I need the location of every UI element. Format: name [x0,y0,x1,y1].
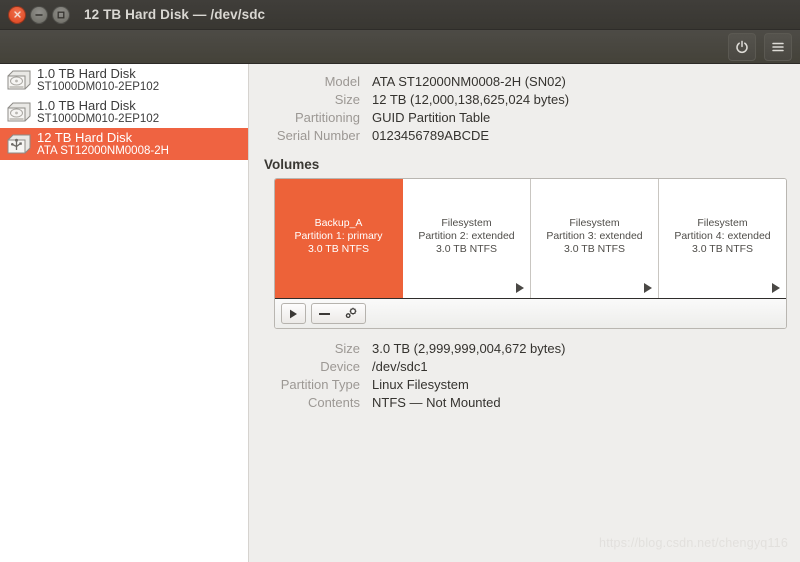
partition-block-4[interactable]: Filesystem Partition 4: extended 3.0 TB … [659,179,786,298]
gears-icon [344,307,358,320]
minus-icon [319,312,330,316]
partition-settings-button[interactable] [337,304,365,323]
drive-details-grid: Model ATA ST12000NM0008-2H (SN02) Size 1… [249,74,800,143]
partition-labels: Filesystem Partition 3: extended 3.0 TB … [546,217,642,255]
sidebar-item-disk-3[interactable]: 12 TB Hard Disk ATA ST12000NM0008-2H [0,128,248,160]
partition-size: 3.0 TB NTFS [691,242,754,255]
drive-detail-label: Model [324,74,360,89]
volumes-widget: Backup_A Partition 1: primary 3.0 TB NTF… [274,178,787,329]
volume-actions-group [311,303,366,324]
disk-model: ST1000DM010-2EP102 [37,112,160,125]
minimize-button[interactable] [30,5,48,24]
partition-number: Partition 1: primary [294,230,383,243]
mount-volume-button[interactable] [281,303,306,324]
partition-name: Filesystem [441,217,492,230]
disk-name: 12 TB Hard Disk [37,131,133,146]
partition-name: Backup_A [314,217,363,230]
partition-labels: Filesystem Partition 4: extended 3.0 TB … [674,217,770,255]
disk-text-block: 1.0 TB Hard Disk ST1000DM010-2EP102 [37,67,159,93]
hamburger-menu-button[interactable] [764,32,792,61]
volumes-heading: Volumes [264,157,320,172]
partition-size: 3.0 TB NTFS [563,242,626,255]
hamburger-menu-icon [771,41,785,53]
header-bar [0,30,800,64]
expand-arrow-icon[interactable] [772,283,780,293]
hard-disk-icon [5,99,33,125]
drive-detail-value: 12 TB (12,000,138,625,024 bytes) [372,92,570,107]
partition-number: Partition 3: extended [546,230,643,243]
drive-detail-value: GUID Partition Table [372,110,491,125]
partition-block-3[interactable]: Filesystem Partition 3: extended 3.0 TB … [531,179,659,298]
partition-details-grid: Size 3.0 TB (2,999,999,004,672 bytes) De… [249,341,800,410]
disk-name: 1.0 TB Hard Disk [37,67,136,82]
titlebar: 12 TB Hard Disk — /dev/sdc [0,0,800,30]
play-icon [289,309,298,319]
close-button[interactable] [8,5,26,24]
disk-model: ST1000DM010-2EP102 [37,80,160,93]
partition-labels: Backup_A Partition 1: primary 3.0 TB NTF… [294,217,382,255]
partition-size: 3.0 TB NTFS [435,242,498,255]
sidebar-item-disk-1[interactable]: 1.0 TB Hard Disk ST1000DM010-2EP102 [0,64,248,96]
partition-detail-value: Linux Filesystem [372,377,469,392]
partition-detail-label: Device [320,359,360,374]
partition-detail-value: 3.0 TB (2,999,999,004,672 bytes) [372,341,566,356]
watermark: https://blog.csdn.net/chengyq116 [599,536,788,550]
partition-block-1[interactable]: Backup_A Partition 1: primary 3.0 TB NTF… [275,179,403,298]
partition-detail-value: NTFS — Not Mounted [372,395,501,410]
drive-detail-label: Serial Number [276,128,360,143]
partition-detail-label: Partition Type [280,377,360,392]
volumes-grid: Backup_A Partition 1: primary 3.0 TB NTF… [275,179,786,299]
partition-detail-value: /dev/sdc1 [372,359,428,374]
maximize-button[interactable] [52,5,70,24]
partition-labels: Filesystem Partition 2: extended 3.0 TB … [418,217,514,255]
disks-application-window: 12 TB Hard Disk — /dev/sdc 1.0 TB Hard D… [0,0,800,562]
power-icon [735,40,749,54]
partition-size: 3.0 TB NTFS [307,242,370,255]
device-sidebar: 1.0 TB Hard Disk ST1000DM010-2EP102 1.0 … [0,64,249,562]
drive-detail-label: Size [334,92,360,107]
expand-arrow-icon[interactable] [516,283,524,293]
delete-partition-button[interactable] [312,304,337,323]
partition-name: Filesystem [697,217,748,230]
window-title: 12 TB Hard Disk — /dev/sdc [84,7,266,22]
partition-detail-label: Contents [307,395,360,410]
window-body: 1.0 TB Hard Disk ST1000DM010-2EP102 1.0 … [0,64,800,562]
partition-number: Partition 2: extended [418,230,515,243]
sidebar-item-disk-2[interactable]: 1.0 TB Hard Disk ST1000DM010-2EP102 [0,96,248,128]
expand-arrow-icon[interactable] [644,283,652,293]
partition-block-2[interactable]: Filesystem Partition 2: extended 3.0 TB … [403,179,531,298]
partition-number: Partition 4: extended [674,230,771,243]
drive-detail-value: 0123456789ABCDE [372,128,490,143]
power-button[interactable] [728,32,756,61]
drive-detail-value: ATA ST12000NM0008-2H (SN02) [372,74,566,89]
disk-name: 1.0 TB Hard Disk [37,99,136,114]
drive-content-pane: Model ATA ST12000NM0008-2H (SN02) Size 1… [249,64,800,562]
partition-detail-label: Size [334,341,360,356]
window-controls [8,5,70,24]
usb-hard-disk-icon [5,131,33,157]
volumes-toolbar [275,299,786,328]
disk-text-block: 1.0 TB Hard Disk ST1000DM010-2EP102 [37,99,159,125]
drive-detail-label: Partitioning [294,110,360,125]
hard-disk-icon [5,67,33,93]
disk-model: ATA ST12000NM0008-2H [37,144,169,157]
disk-text-block: 12 TB Hard Disk ATA ST12000NM0008-2H [37,131,169,157]
partition-name: Filesystem [569,217,620,230]
